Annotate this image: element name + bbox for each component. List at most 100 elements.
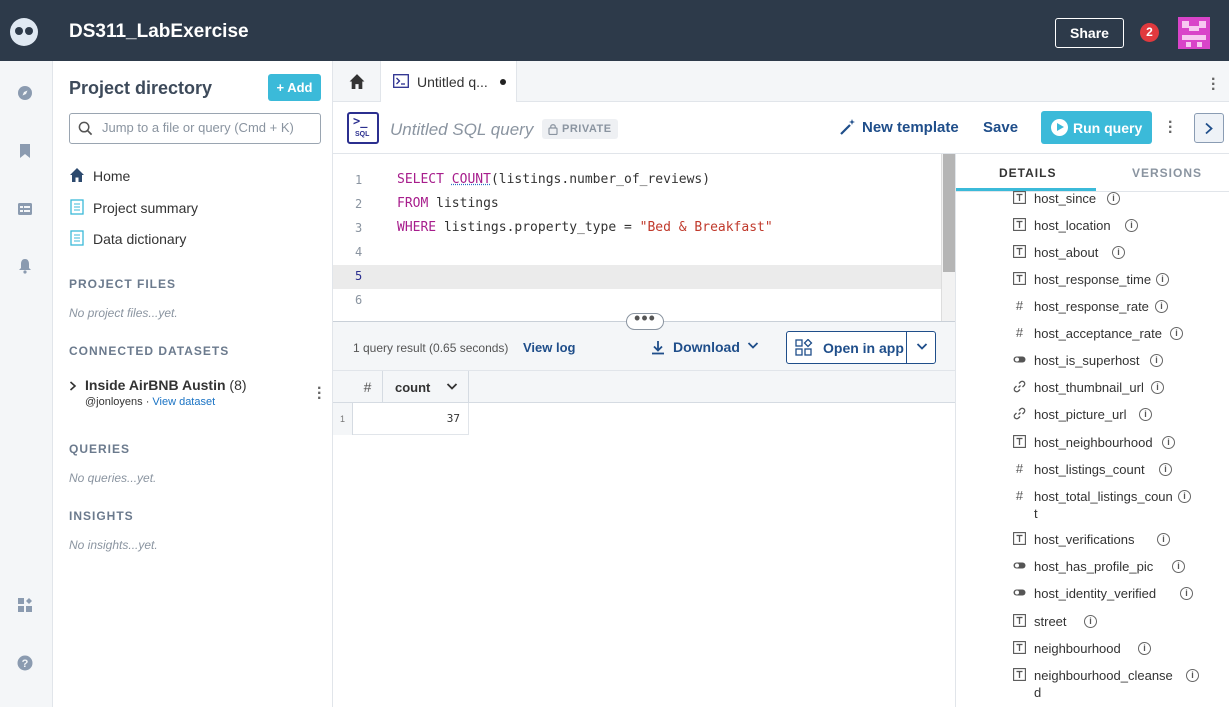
field-name: host_response_rate: [1034, 299, 1149, 314]
info-icon[interactable]: i: [1112, 246, 1125, 259]
checklist-icon[interactable]: [17, 201, 33, 217]
document-icon: [70, 199, 84, 215]
text-icon: [1013, 218, 1026, 231]
field-name: host_verifications: [1034, 532, 1135, 547]
share-button[interactable]: Share: [1055, 18, 1124, 48]
info-icon[interactable]: i: [1172, 560, 1185, 573]
compass-icon[interactable]: [17, 85, 33, 101]
help-icon[interactable]: ?: [17, 655, 33, 671]
apps-icon[interactable]: [17, 597, 33, 613]
column-header-count[interactable]: count: [383, 371, 469, 403]
queries-empty: No queries...yet.: [69, 471, 157, 485]
field-name: host_listings_count: [1034, 462, 1145, 477]
tab-untitled-query[interactable]: Untitled q...: [381, 61, 517, 102]
line-number: 3: [355, 221, 363, 235]
run-query-button[interactable]: Run query: [1041, 111, 1152, 144]
bookmark-icon[interactable]: [17, 143, 33, 159]
search-box[interactable]: [69, 113, 321, 144]
info-icon[interactable]: i: [1159, 463, 1172, 476]
code-line[interactable]: 3 WHERE listings.property_type = "Bed & …: [333, 217, 941, 241]
svg-text:?: ?: [22, 658, 29, 670]
chevron-right-icon[interactable]: [69, 381, 77, 391]
panel-toggle-button[interactable]: [1194, 113, 1224, 143]
code-line[interactable]: 4: [333, 241, 941, 265]
chevron-down-icon[interactable]: [446, 382, 458, 391]
notification-badge[interactable]: 2: [1140, 23, 1159, 42]
open-in-app-button[interactable]: Open in app: [786, 331, 936, 364]
info-icon[interactable]: i: [1139, 408, 1152, 421]
info-icon[interactable]: i: [1138, 642, 1151, 655]
view-dataset-link[interactable]: View dataset: [152, 396, 215, 408]
info-icon[interactable]: i: [1107, 192, 1120, 205]
info-icon[interactable]: i: [1156, 273, 1169, 286]
text-icon: [1013, 245, 1026, 258]
code-line-active[interactable]: 5: [333, 265, 941, 289]
home-icon: [70, 168, 84, 182]
project-title: DS311_LabExercise: [69, 21, 249, 42]
save-button[interactable]: Save: [983, 119, 1018, 136]
privacy-label: PRIVATE: [562, 123, 612, 135]
resize-handle[interactable]: •••: [626, 309, 664, 330]
query-title[interactable]: Untitled SQL query: [390, 120, 533, 140]
sql-editor[interactable]: 1 SELECT COUNT(listings.number_of_review…: [333, 154, 955, 321]
info-icon[interactable]: i: [1162, 436, 1175, 449]
avatar[interactable]: [1178, 17, 1210, 49]
editor-scrollbar[interactable]: [941, 154, 955, 321]
plus-icon: +: [276, 80, 288, 95]
search-input[interactable]: [102, 120, 312, 135]
line-number: 2: [355, 197, 363, 211]
dataset-item[interactable]: Inside AirBNB Austin (8) @jonloyens · Vie…: [69, 377, 329, 411]
top-bar: DS311_LabExercise Share 2: [0, 0, 1229, 61]
chevron-down-icon: [916, 343, 928, 350]
privacy-badge[interactable]: PRIVATE: [542, 119, 618, 139]
info-icon[interactable]: i: [1186, 669, 1199, 682]
owl-logo-icon[interactable]: [10, 18, 38, 46]
home-icon: [349, 74, 365, 89]
svg-text:#: #: [1016, 462, 1024, 475]
project-directory: Project directory + Add Home Project sum…: [53, 61, 333, 707]
open-in-app-dropdown[interactable]: [906, 332, 936, 363]
dataset-count: (8): [229, 377, 247, 393]
info-icon[interactable]: i: [1125, 219, 1138, 232]
dataset-name[interactable]: Inside AirBNB Austin (8): [85, 377, 247, 393]
download-icon: [652, 341, 664, 355]
field-name: host_neighbourhood: [1034, 435, 1153, 450]
query-menu-icon[interactable]: · · ·: [1168, 115, 1173, 141]
tab-menu-icon[interactable]: · · ·: [1211, 72, 1216, 98]
bell-icon[interactable]: [17, 258, 33, 274]
open-in-app-label: Open in app: [823, 340, 904, 356]
svg-text:#: #: [1016, 299, 1024, 312]
section-project-files: PROJECT FILES: [69, 277, 177, 291]
add-label: Add: [287, 80, 313, 95]
results-table: # count 1 37: [333, 371, 955, 707]
info-icon[interactable]: i: [1178, 490, 1191, 503]
info-icon[interactable]: i: [1180, 587, 1193, 600]
info-icon[interactable]: i: [1150, 354, 1163, 367]
tab-details[interactable]: DETAILS: [999, 166, 1056, 180]
table-cell[interactable]: 37: [353, 403, 469, 435]
info-icon[interactable]: i: [1157, 533, 1170, 546]
column-header-label: count: [395, 380, 431, 395]
view-log-link[interactable]: View log: [523, 340, 576, 355]
tab-home[interactable]: [333, 61, 381, 102]
info-icon[interactable]: i: [1151, 381, 1164, 394]
lock-icon: [548, 124, 558, 135]
sidebar-item-label: Data dictionary: [93, 231, 187, 247]
scrollbar-thumb[interactable]: [943, 154, 955, 272]
field-name: host_response_time: [1034, 272, 1152, 287]
svg-text:#: #: [1016, 326, 1024, 339]
apps-icon: [795, 339, 813, 356]
tab-versions[interactable]: VERSIONS: [1132, 166, 1202, 180]
line-number: 6: [355, 293, 363, 307]
icon-rail: ?: [0, 61, 53, 707]
code-line[interactable]: 2 FROM listings: [333, 193, 941, 217]
code-line[interactable]: 1 SELECT COUNT(listings.number_of_review…: [333, 169, 941, 193]
download-label: Download: [673, 339, 740, 355]
line-number: 4: [355, 245, 363, 259]
field-name: street: [1034, 614, 1067, 629]
add-button[interactable]: + Add: [268, 74, 321, 101]
dataset-menu-icon[interactable]: · · ·: [317, 381, 322, 407]
info-icon[interactable]: i: [1155, 300, 1168, 313]
info-icon[interactable]: i: [1084, 615, 1097, 628]
info-icon[interactable]: i: [1170, 327, 1183, 340]
